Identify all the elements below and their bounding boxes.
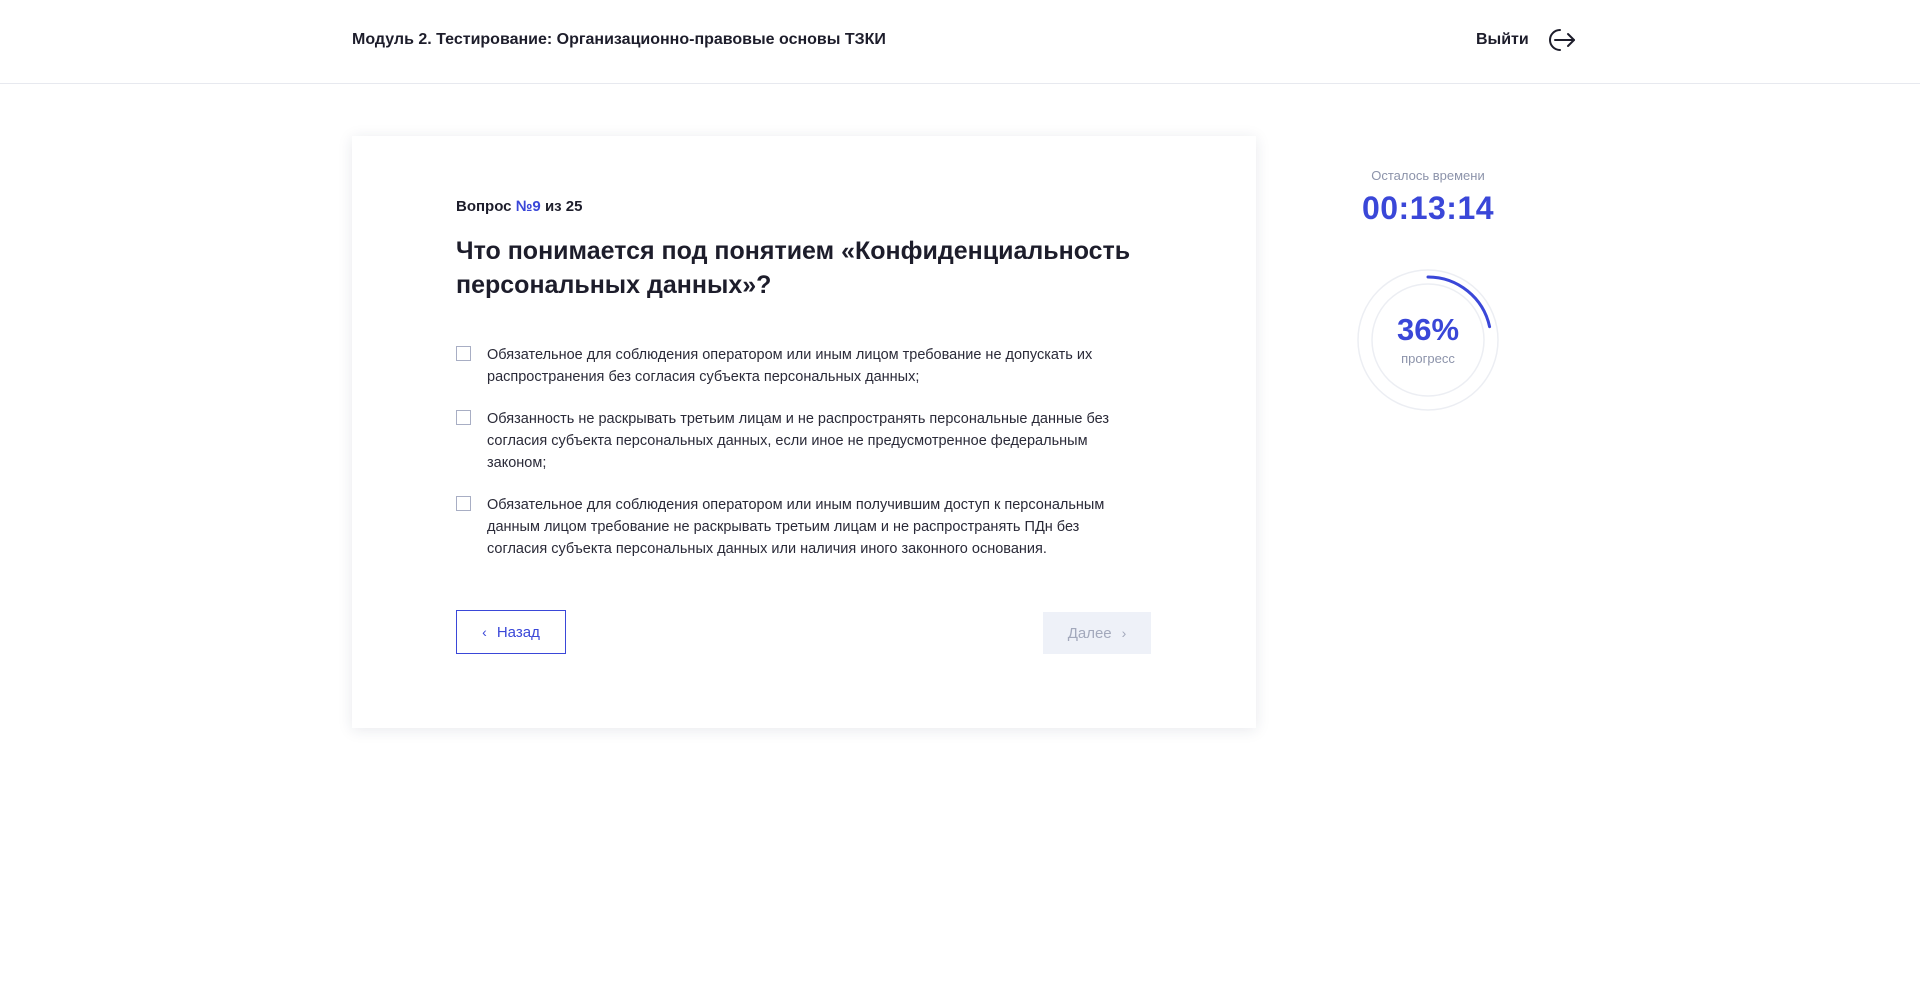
question-counter: Вопрос №9 из 25 (456, 198, 582, 215)
progress-value: 36% (1396, 312, 1460, 347)
answer-text: Обязанность не раскрывать третьим лицам … (487, 411, 1110, 471)
progress-ring: 36% прогресс (1356, 268, 1500, 412)
module-title: Модуль 2. Тестирование: Организационно-п… (352, 31, 886, 48)
answer-checkbox[interactable] (456, 346, 471, 361)
question-text: Что понимается под понятием «Конфиденциа… (456, 237, 1131, 299)
logout-arrow-icon (1548, 29, 1575, 51)
next-button[interactable]: Далее › (1043, 612, 1151, 654)
logout-button[interactable]: Выйти (1476, 26, 1577, 54)
progress-label: прогресс (1401, 351, 1455, 366)
timer-value: 00:13:14 (1361, 190, 1495, 226)
timer-label: Осталось времени (1371, 168, 1485, 183)
question-counter-prefix: Вопрос (456, 198, 512, 215)
answer-checkbox[interactable] (456, 410, 471, 425)
answer-option-3[interactable]: Обязательное для соблюдения оператором и… (456, 494, 1136, 560)
chevron-right-icon: › (1121, 625, 1127, 641)
question-card: Вопрос №9 из 25 Что понимается под понят… (352, 136, 1256, 728)
chevron-left-icon: ‹ (482, 624, 487, 640)
answer-text: Обязательное для соблюдения оператором и… (487, 497, 1105, 557)
answer-checkbox[interactable] (456, 496, 471, 511)
next-button-label: Далее (1067, 624, 1112, 642)
top-header: Модуль 2. Тестирование: Организационно-п… (0, 0, 1920, 84)
back-button[interactable]: ‹ Назад (456, 610, 566, 654)
answer-option-2[interactable]: Обязанность не раскрывать третьим лицам … (456, 408, 1136, 474)
answer-list: Обязательное для соблюдения оператором и… (456, 344, 1136, 580)
question-counter-suffix: из 25 (544, 198, 583, 215)
answer-text: Обязательное для соблюдения оператором и… (487, 347, 1093, 385)
back-button-label: Назад (496, 623, 540, 641)
answer-option-1[interactable]: Обязательное для соблюдения оператором и… (456, 344, 1136, 388)
logout-label: Выйти (1476, 31, 1529, 48)
question-number: №9 (515, 198, 541, 215)
